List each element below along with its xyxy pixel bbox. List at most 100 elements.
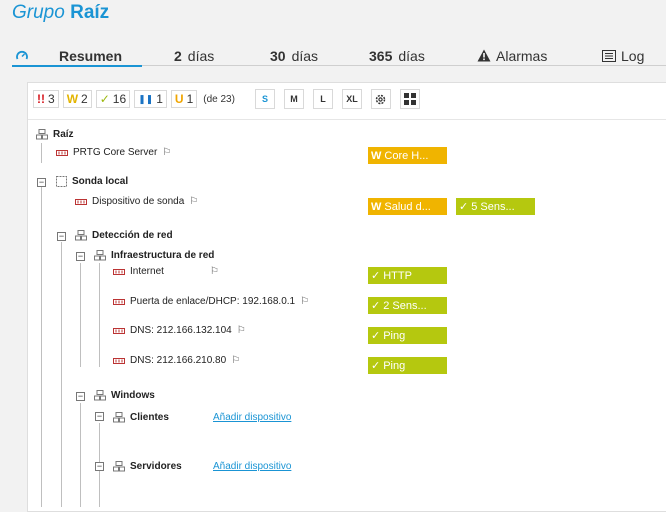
collapse-toggle[interactable]: − — [95, 412, 104, 421]
unusual-count: 1 — [186, 92, 194, 106]
size-xl-button[interactable]: XL — [341, 89, 362, 109]
sensor-http-label: HTTP — [383, 269, 412, 282]
tree-line — [80, 403, 81, 507]
overview-panel: !! 3 W2 ✓ 16 ❚❚ 1 U1 (de 23) S M L XL Ra… — [27, 82, 666, 512]
flag-icon[interactable]: ⚐ — [231, 355, 240, 366]
tree-group-infrastructure-label: Infraestructura de red — [111, 250, 215, 261]
flag-icon[interactable]: ⚐ — [210, 266, 219, 277]
tree-device-internet[interactable]: Internet ⚐ — [113, 266, 219, 277]
sensor-core-health-label: Core H... — [384, 149, 429, 162]
tab-divider — [142, 65, 666, 66]
tab-30-days-unit: días — [291, 48, 319, 64]
sensor-dns2-ping[interactable]: ✓ Ping — [368, 357, 447, 374]
collapse-toggle[interactable]: − — [95, 462, 104, 471]
sensor-gateway-sensors[interactable]: ✓ 2 Sens... — [368, 297, 447, 314]
add-device-clients-link[interactable]: Añadir dispositivo — [213, 412, 291, 423]
tree-group-root-label: Raíz — [53, 129, 74, 140]
warning-sensors-badge[interactable]: W2 — [62, 90, 92, 108]
group-icon — [75, 230, 87, 241]
warning-count: 2 — [81, 92, 88, 106]
tab-365-days[interactable]: 365 días — [369, 48, 425, 64]
tree-group-discovery-label: Detección de red — [92, 230, 173, 241]
tree-device-core-server-label: PRTG Core Server — [73, 147, 158, 158]
tree-device-core-server[interactable]: PRTG Core Server ⚐ — [56, 147, 171, 158]
tab-log[interactable]: Log — [602, 48, 644, 64]
tree-group-windows-label: Windows — [111, 390, 155, 401]
title-group-name: Raíz — [70, 2, 110, 23]
tree-group-servers[interactable]: Servidores — [113, 461, 182, 472]
settings-button[interactable] — [370, 89, 391, 109]
check-icon: ✓ — [99, 92, 110, 106]
size-s-button[interactable]: S — [254, 89, 275, 109]
collapse-toggle[interactable]: − — [37, 178, 46, 187]
sensor-probe-sensors[interactable]: ✓ 5 Sens... — [456, 198, 535, 215]
tab-alarms-label: Alarmas — [496, 48, 548, 64]
check-icon: ✓ — [371, 300, 381, 312]
down-icon: !! — [37, 92, 45, 106]
gauge-icon — [16, 51, 28, 60]
paused-sensors-badge[interactable]: ❚❚ 1 — [134, 90, 167, 108]
sensor-dns2-ping-label: Ping — [383, 359, 406, 372]
tree-line — [61, 242, 62, 507]
group-icon — [94, 390, 106, 401]
down-count: 3 — [48, 92, 55, 106]
device-icon — [113, 327, 125, 334]
down-sensors-badge[interactable]: !! 3 — [33, 90, 59, 108]
total-sensors: (de 23) — [203, 93, 235, 105]
tree-group-discovery[interactable]: Detección de red — [75, 230, 173, 241]
paused-count: 1 — [156, 92, 163, 106]
check-icon: ✓ — [371, 360, 381, 372]
collapse-toggle[interactable]: − — [76, 392, 85, 401]
tree-device-gateway[interactable]: Puerta de enlace/DHCP: 192.168.0.1 ⚐ — [113, 296, 309, 307]
tree-line — [41, 143, 42, 163]
add-device-servers-link[interactable]: Añadir dispositivo — [213, 461, 291, 472]
sensor-http[interactable]: ✓ HTTP — [368, 267, 447, 284]
sensor-core-health[interactable]: W Core H... — [368, 147, 447, 164]
group-icon — [113, 461, 125, 472]
tree-device-dns1[interactable]: DNS: 212.166.132.104 ⚐ — [113, 325, 246, 336]
unusual-sensors-badge[interactable]: U1 — [170, 90, 198, 108]
tree-group-root[interactable]: Raíz — [36, 129, 74, 140]
tree-probe-local[interactable]: Sonda local — [56, 176, 128, 187]
sensor-dns1-ping[interactable]: ✓ Ping — [368, 327, 447, 344]
flag-icon[interactable]: ⚐ — [237, 325, 246, 336]
tab-overview-label: Resumen — [59, 48, 123, 64]
gear-icon — [376, 94, 386, 104]
flag-icon[interactable]: ⚐ — [300, 296, 309, 307]
tab-log-label: Log — [621, 48, 645, 64]
sensor-probe-health[interactable]: W Salud d... — [368, 198, 447, 215]
collapse-toggle[interactable]: − — [76, 252, 85, 261]
tab-alarms[interactable]: Alarmas — [477, 48, 547, 64]
flag-icon[interactable]: ⚐ — [162, 147, 171, 158]
tree-device-dns2[interactable]: DNS: 212.166.210.80 ⚐ — [113, 355, 240, 366]
ok-sensors-badge[interactable]: ✓ 16 — [95, 90, 131, 108]
size-m-button[interactable]: M — [283, 89, 304, 109]
tree-group-clients[interactable]: Clientes — [113, 412, 169, 423]
tree-probe-local-label: Sonda local — [72, 176, 129, 187]
tree-group-infrastructure[interactable]: Infraestructura de red — [94, 250, 214, 261]
collapse-toggle[interactable]: − — [57, 232, 66, 241]
tile-view-button[interactable] — [399, 89, 420, 109]
flag-icon[interactable]: ⚐ — [189, 196, 198, 207]
tree-line — [80, 263, 81, 367]
title-prefix: Grupo — [12, 2, 65, 23]
device-icon — [113, 298, 125, 305]
tree-line — [41, 187, 42, 507]
tree-device-probe[interactable]: Dispositivo de sonda ⚐ — [75, 196, 198, 207]
warning-triangle-icon — [477, 49, 491, 62]
probe-icon — [56, 176, 67, 187]
device-icon — [113, 268, 125, 275]
tab-365-days-unit: días — [398, 48, 425, 64]
active-tab-indicator — [12, 65, 142, 67]
tree-group-windows[interactable]: Windows — [94, 390, 155, 401]
ok-count: 16 — [112, 92, 127, 106]
check-icon: ✓ — [371, 270, 381, 282]
tab-30-days[interactable]: 30 días — [270, 48, 318, 64]
tab-2-days[interactable]: 2 días — [174, 48, 214, 64]
tab-overview[interactable]: Resumen — [16, 48, 123, 64]
device-icon — [113, 357, 125, 364]
sensor-probe-health-label: Salud d... — [384, 200, 431, 213]
size-l-button[interactable]: L — [312, 89, 333, 109]
device-icon — [56, 149, 68, 156]
sensor-probe-sensors-label: 5 Sens... — [471, 200, 515, 213]
